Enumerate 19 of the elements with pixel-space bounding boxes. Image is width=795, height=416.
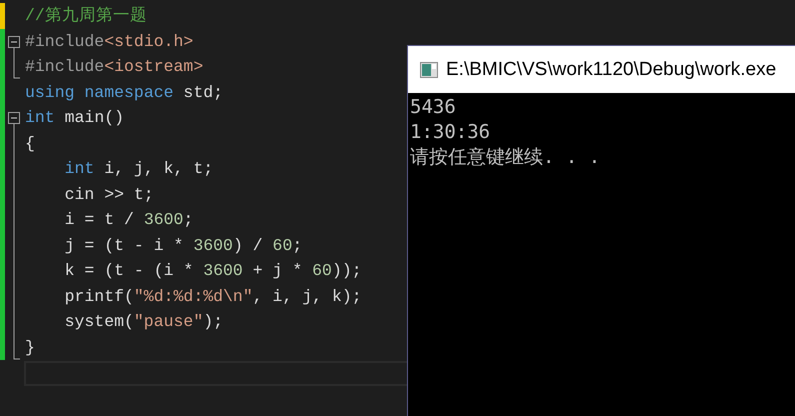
code-line: cin >> t; xyxy=(64,184,154,206)
code-line: printf("%d:%d:%d\n", i, j, k); xyxy=(64,286,362,308)
code-line: j = (t - i * 3600) / 60; xyxy=(64,234,302,256)
console-output: 请按任意键继续. . . xyxy=(410,145,600,170)
code-line: using namespace std; xyxy=(25,82,224,104)
code-line: { xyxy=(25,132,35,154)
code-line: //第九周第一题 xyxy=(25,5,147,27)
code-line: i = t / 3600; xyxy=(64,209,194,231)
code-line: k = (t - (i * 3600 + j * 60)); xyxy=(64,260,362,282)
code-line: system("pause"); xyxy=(64,311,224,333)
console-output: 1:30:36 xyxy=(410,120,490,145)
code-line: int i, j, k, t; xyxy=(64,158,214,180)
code-line: int main() xyxy=(25,107,124,129)
console-output: 5436 xyxy=(410,95,456,120)
code-line: } xyxy=(25,336,35,358)
code-line: #include<iostream> xyxy=(25,56,204,78)
code-line: #include<stdio.h> xyxy=(25,30,194,52)
window-title: E:\BMIC\VS\work1120\Debug\work.exe xyxy=(446,58,776,80)
console-icon xyxy=(420,62,438,78)
